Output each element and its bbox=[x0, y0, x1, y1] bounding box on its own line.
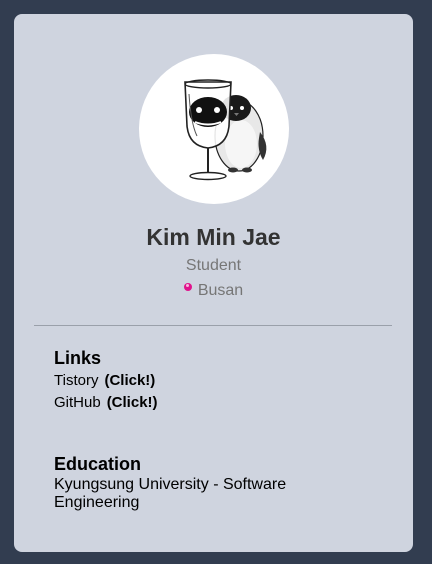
penguin-with-wine-glass-icon bbox=[184, 79, 267, 181]
profile-role: Student bbox=[185, 257, 242, 274]
profile-card: Kim Min Jae Student Busan Links Tistory (… bbox=[14, 14, 413, 552]
profile-name: Kim Min Jae bbox=[146, 224, 281, 250]
tistory-click-link[interactable]: (Click!) bbox=[104, 372, 155, 389]
education-heading: Education bbox=[54, 454, 142, 474]
divider bbox=[34, 325, 392, 326]
avatar bbox=[139, 54, 289, 204]
location-pin-icon bbox=[183, 283, 192, 291]
link-row-tistory: Tistory (Click!) bbox=[54, 372, 155, 389]
profile-location: Busan bbox=[14, 282, 413, 300]
link-label-github: GitHub bbox=[54, 394, 101, 411]
link-row-github: GitHub (Click!) bbox=[54, 394, 158, 411]
location-text: Busan bbox=[197, 282, 244, 299]
link-label-tistory: Tistory bbox=[54, 372, 99, 389]
links-heading: Links bbox=[54, 348, 102, 368]
education-text: Kyungsung University - Software Engineer… bbox=[54, 476, 287, 511]
github-click-link[interactable]: (Click!) bbox=[107, 394, 158, 411]
